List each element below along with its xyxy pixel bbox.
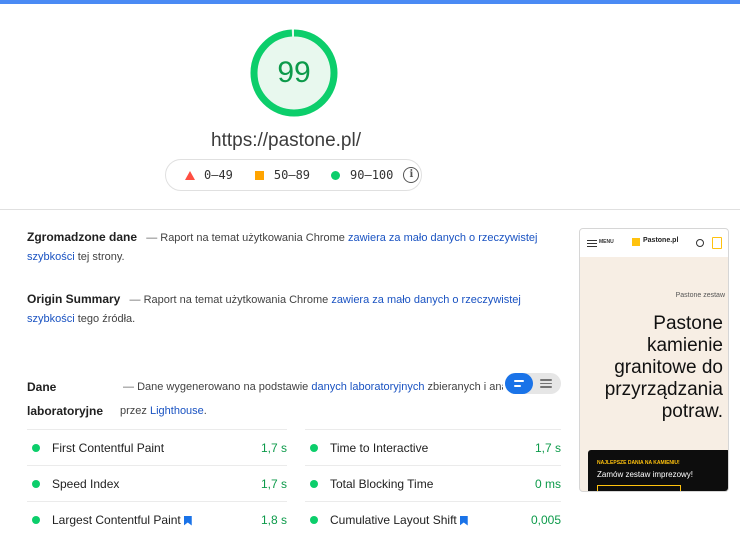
- field-data-text: Raport na temat użytkowania Chrome: [160, 232, 345, 244]
- screenshot-promo-button: [597, 485, 681, 491]
- lab-data-line2-suffix: .: [203, 405, 207, 417]
- legend-item-average: 50–89: [254, 168, 311, 182]
- hamburger-icon: [587, 240, 597, 247]
- origin-summary-suffix: tego źródła.: [77, 313, 136, 325]
- legend-label-poor: 0–49: [204, 168, 233, 182]
- screenshot-promo-text: Zamów zestaw imprezowy!: [597, 470, 694, 479]
- screenshot-header: MENU Pastone.pl: [580, 229, 728, 257]
- metric-value: 1,8 s: [260, 512, 287, 527]
- screenshot-subtitle: Pastone zestaw: [675, 292, 725, 299]
- metric-value: 0,005: [530, 512, 561, 527]
- circle-icon: [331, 170, 341, 180]
- metric-value: 1,7 s: [260, 476, 287, 491]
- field-data-suffix: tej strony.: [77, 251, 125, 263]
- screenshot-menu-label: MENU: [599, 239, 614, 245]
- expanded-view-button[interactable]: [533, 373, 561, 394]
- page-screenshot-thumbnail: MENU Pastone.pl Pastone zestaw Pastone k…: [579, 228, 729, 492]
- lab-data-line2-prefix: przez: [120, 405, 147, 417]
- legend-item-good: 90–100: [331, 168, 393, 182]
- lab-data-suffix: zbieranych i analizo: [427, 381, 503, 393]
- good-status-icon: [310, 515, 318, 524]
- score-value: 99: [277, 56, 311, 89]
- metric-first-contentful-paint: First Contentful Paint 1,7 s: [27, 429, 287, 465]
- lab-data-description-line2: przez Lighthouse.: [120, 402, 320, 421]
- score-legend: 0–49 50–89 90–100 i: [165, 159, 422, 191]
- metric-largest-contentful-paint: Largest Contentful Paint 1,8 s: [27, 501, 287, 537]
- origin-summary-title: Origin Summary: [27, 292, 121, 306]
- screenshot-heading: Pastone kamienie granitowe do przyrządza…: [604, 313, 723, 422]
- good-status-icon: [310, 479, 318, 488]
- metric-speed-index: Speed Index 1,7 s: [27, 465, 287, 501]
- good-status-icon: [32, 443, 40, 452]
- metric-name: Cumulative Layout Shift: [330, 512, 457, 527]
- metric-cumulative-layout-shift: Cumulative Layout Shift 0,005: [305, 501, 561, 537]
- metric-name: Speed Index: [52, 476, 120, 491]
- compact-view-button[interactable]: [505, 373, 533, 394]
- legend-item-poor: 0–49: [185, 168, 233, 182]
- screenshot-logo: Pastone.pl: [643, 237, 679, 244]
- metric-value: 1,7 s: [260, 440, 287, 455]
- page-url: https://pastone.pl/: [211, 130, 361, 151]
- legend-label-average: 50–89: [273, 168, 311, 182]
- origin-summary-dash: —: [129, 294, 141, 306]
- bookmark-icon[interactable]: [459, 515, 468, 526]
- metric-name: Time to Interactive: [330, 440, 429, 455]
- origin-summary-section: Origin Summary — Raport na temat użytkow…: [27, 290, 527, 329]
- metric-name: Total Blocking Time: [330, 476, 434, 491]
- bookmark-icon[interactable]: [183, 515, 192, 526]
- top-accent-bar: [0, 0, 740, 4]
- good-status-icon: [32, 479, 40, 488]
- lab-data-text: Dane wygenerowano na podstawie: [137, 381, 309, 393]
- info-icon[interactable]: i: [403, 167, 420, 183]
- lab-data-link[interactable]: danych laboratoryjnych: [311, 381, 424, 393]
- field-data-section: Zgromadzone dane — Raport na temat użytk…: [27, 228, 557, 267]
- triangle-icon: [185, 170, 195, 180]
- lab-data-description: — Dane wygenerowano na podstawie danych …: [123, 378, 503, 397]
- square-icon: [254, 170, 264, 180]
- metric-value: 0 ms: [534, 476, 561, 491]
- metric-value: 1,7 s: [534, 440, 561, 455]
- lighthouse-link[interactable]: Lighthouse: [150, 405, 204, 417]
- metrics-view-toggle[interactable]: [505, 373, 561, 394]
- screenshot-promo-box: NAJLEPSZE DANIA NA KAMIENIU! Zamów zesta…: [588, 450, 728, 491]
- screenshot-promo-small: NAJLEPSZE DANIA NA KAMIENIU!: [597, 460, 680, 466]
- good-status-icon: [310, 443, 318, 452]
- user-icon: [696, 239, 704, 247]
- origin-summary-text: Raport na temat użytkowania Chrome: [143, 294, 329, 306]
- metric-time-to-interactive: Time to Interactive 1,7 s: [305, 429, 561, 465]
- logo-icon: [632, 238, 640, 246]
- good-status-icon: [32, 515, 40, 524]
- performance-score-gauge: 99: [248, 27, 340, 119]
- legend-label-good: 90–100: [350, 168, 394, 182]
- metric-total-blocking-time: Total Blocking Time 0 ms: [305, 465, 561, 501]
- lab-data-title-line2: laboratoryjne: [27, 404, 104, 418]
- section-divider: [0, 209, 740, 210]
- field-data-dash: —: [146, 232, 158, 244]
- lab-data-dash: —: [123, 381, 134, 393]
- shopping-bag-icon: [712, 237, 722, 249]
- metric-name: Largest Contentful Paint: [52, 512, 181, 527]
- lab-data-title-line1: Dane: [27, 380, 57, 394]
- metric-name: First Contentful Paint: [52, 440, 165, 455]
- field-data-title: Zgromadzone dane: [27, 230, 138, 244]
